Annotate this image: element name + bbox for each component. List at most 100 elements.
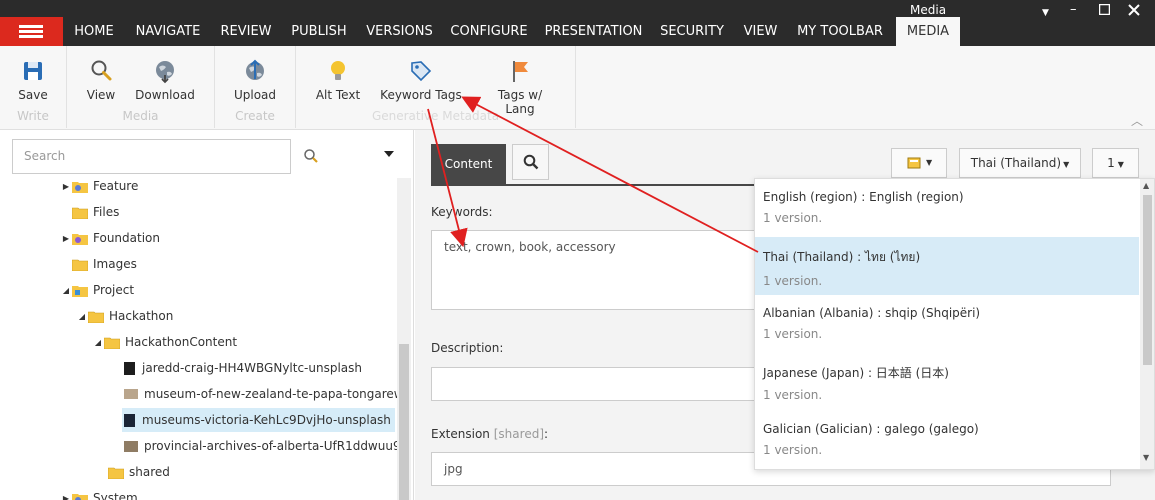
tree-node-hackathon[interactable]: ◢ Hackathon bbox=[76, 306, 173, 326]
ribbon-group-media: View Download Media bbox=[67, 46, 215, 128]
tree-node-label: Files bbox=[93, 205, 120, 219]
download-button[interactable]: Download bbox=[133, 58, 197, 102]
dropdown-scrollbar[interactable]: ▲ ▼ bbox=[1140, 179, 1154, 469]
tab-security[interactable]: SECURITY bbox=[651, 17, 733, 46]
save-button[interactable]: Save bbox=[13, 58, 53, 102]
tree-node-foundation[interactable]: ▶ Foundation bbox=[60, 228, 160, 248]
scroll-down-icon[interactable]: ▼ bbox=[1143, 453, 1149, 462]
tree-node-image-selected[interactable]: museums-victoria-KehLc9DvjHo-unsplash bbox=[122, 408, 395, 432]
tab-presentation[interactable]: PRESENTATION bbox=[536, 17, 651, 46]
dropdown-caret-icon[interactable]: ▼ bbox=[1042, 8, 1049, 18]
tree-node-label: HackathonContent bbox=[125, 335, 238, 349]
language-selector[interactable]: Thai (Thailand) ▼ bbox=[959, 148, 1081, 178]
tab-media[interactable]: MEDIA bbox=[896, 17, 960, 46]
tree-node-shared[interactable]: shared bbox=[108, 462, 170, 482]
tab-view[interactable]: VIEW bbox=[733, 17, 788, 46]
tags-with-lang-button[interactable]: Tags w/ Lang bbox=[482, 58, 558, 116]
collapse-arrow-icon[interactable]: ◢ bbox=[60, 286, 72, 295]
tree-node-image[interactable]: museum-of-new-zealand-te-papa-tongarewa bbox=[124, 384, 397, 404]
tree-node-hackathoncontent[interactable]: ◢ HackathonContent bbox=[92, 332, 237, 352]
folder-icon bbox=[88, 311, 104, 323]
search-icon[interactable] bbox=[303, 148, 319, 167]
tree-node-label: Hackathon bbox=[109, 309, 174, 323]
search-tab-button[interactable] bbox=[512, 144, 549, 180]
tab-review[interactable]: REVIEW bbox=[211, 17, 281, 46]
page-options-button[interactable]: ▼ bbox=[891, 148, 947, 178]
tree-node-image[interactable]: provincial-archives-of-alberta-UfR1ddwuu… bbox=[124, 436, 397, 456]
language-option[interactable]: Galician (Galician) : galego (galego) 1 … bbox=[755, 411, 1139, 469]
tree-node-files[interactable]: Files bbox=[60, 202, 119, 222]
tab-versions[interactable]: VERSIONS bbox=[357, 17, 442, 46]
scrollbar-thumb[interactable] bbox=[399, 344, 409, 500]
flag-icon bbox=[513, 61, 528, 82]
language-option[interactable]: Albanian (Albania) : shqip (Shqipëri) 1 … bbox=[755, 295, 1139, 353]
tree-node-image[interactable]: jaredd-craig-HH4WBGNyltc-unsplash bbox=[124, 358, 362, 378]
content-tree: ▶ Feature Files ▶ Foundation Images ◢ Pr… bbox=[0, 178, 397, 500]
globe-icon bbox=[156, 61, 174, 84]
tree-node-label: jaredd-craig-HH4WBGNyltc-unsplash bbox=[142, 361, 363, 375]
tree-node-label: shared bbox=[129, 465, 170, 479]
search-options-chevron-down-icon[interactable] bbox=[384, 151, 394, 157]
tree-node-project[interactable]: ◢ Project bbox=[60, 280, 134, 300]
download-label: Download bbox=[135, 88, 195, 102]
language-option-title: English (region) : English (region) bbox=[763, 190, 964, 204]
tab-configure[interactable]: CONFIGURE bbox=[442, 17, 536, 46]
collapse-arrow-icon[interactable]: ◢ bbox=[92, 338, 104, 347]
minimize-icon[interactable]: – bbox=[1070, 2, 1077, 17]
maximize-icon[interactable] bbox=[1098, 3, 1111, 19]
image-thumbnail-icon bbox=[124, 413, 135, 427]
view-button[interactable]: View bbox=[81, 58, 121, 102]
tag-icon bbox=[411, 61, 432, 82]
group-label-create: Create bbox=[235, 109, 275, 123]
tree-node-system[interactable]: ▶ System bbox=[60, 488, 138, 500]
alt-text-button[interactable]: Alt Text bbox=[314, 58, 362, 102]
tree-node-label: museums-victoria-KehLc9DvjHo-unsplash bbox=[142, 413, 391, 427]
collapse-arrow-icon[interactable]: ◢ bbox=[76, 312, 88, 321]
keyword-tags-label: Keyword Tags bbox=[380, 88, 462, 102]
language-option-versions: 1 version. bbox=[763, 327, 823, 341]
extension-label: Extension [shared]: bbox=[431, 427, 548, 441]
tab-my-toolbar[interactable]: MY TOOLBAR bbox=[788, 17, 892, 46]
language-option[interactable]: Japanese (Japan) : 日本語 (日本) 1 version. bbox=[755, 353, 1139, 411]
lightbulb-icon bbox=[331, 61, 345, 80]
tree-node-label: museum-of-new-zealand-te-papa-tongarewa bbox=[144, 387, 397, 401]
keyword-tags-button[interactable]: Keyword Tags bbox=[380, 58, 462, 102]
expand-arrow-icon[interactable]: ▶ bbox=[60, 234, 72, 243]
language-option-versions: 1 version. bbox=[763, 388, 823, 402]
special-folder-icon bbox=[72, 285, 88, 297]
tree-node-feature[interactable]: ▶ Feature bbox=[60, 178, 138, 196]
tree-node-label: Foundation bbox=[93, 231, 160, 245]
close-icon[interactable] bbox=[1128, 4, 1140, 20]
scroll-up-icon[interactable]: ▲ bbox=[1143, 181, 1149, 190]
folder-icon bbox=[72, 259, 88, 271]
hamburger-menu-icon[interactable] bbox=[0, 17, 63, 46]
language-option-title: Galician (Galician) : galego (galego) bbox=[763, 422, 979, 436]
ribbon-group-create: Upload Create bbox=[215, 46, 296, 128]
folder-icon bbox=[72, 207, 88, 219]
expand-arrow-icon[interactable]: ▶ bbox=[60, 494, 72, 500]
expand-arrow-icon[interactable]: ▶ bbox=[60, 182, 72, 191]
tree-node-label: System bbox=[93, 491, 138, 500]
tab-content[interactable]: Content bbox=[431, 144, 506, 185]
tree-node-images[interactable]: Images bbox=[60, 254, 137, 274]
upload-label: Upload bbox=[233, 88, 277, 102]
special-folder-icon bbox=[72, 233, 88, 245]
language-option[interactable]: English (region) : English (region) 1 ve… bbox=[755, 179, 1139, 237]
image-thumbnail-icon bbox=[124, 440, 138, 452]
language-option-title: Thai (Thailand) : ไทย (ไทย) bbox=[763, 250, 921, 264]
search-input[interactable]: Search bbox=[12, 139, 291, 174]
tab-navigate[interactable]: NAVIGATE bbox=[125, 17, 211, 46]
collapse-ribbon-icon[interactable]: ︿ bbox=[1131, 112, 1143, 129]
scrollbar-thumb[interactable] bbox=[1143, 195, 1152, 365]
group-label-generative-metadata: Generative Metadata bbox=[371, 109, 500, 123]
upload-button[interactable]: Upload bbox=[233, 58, 277, 102]
language-option-selected[interactable]: Thai (Thailand) : ไทย (ไทย) 1 version. bbox=[755, 237, 1139, 295]
language-selector-value: Thai (Thailand) bbox=[970, 156, 1062, 170]
language-option-title: Japanese (Japan) : 日本語 (日本) bbox=[763, 366, 949, 380]
version-selector[interactable]: 1 ▼ bbox=[1092, 148, 1139, 178]
tab-home[interactable]: HOME bbox=[63, 17, 125, 46]
special-folder-icon bbox=[72, 181, 88, 193]
tab-publish[interactable]: PUBLISH bbox=[281, 17, 357, 46]
save-label: Save bbox=[18, 88, 48, 102]
tree-scrollbar[interactable] bbox=[397, 178, 411, 500]
